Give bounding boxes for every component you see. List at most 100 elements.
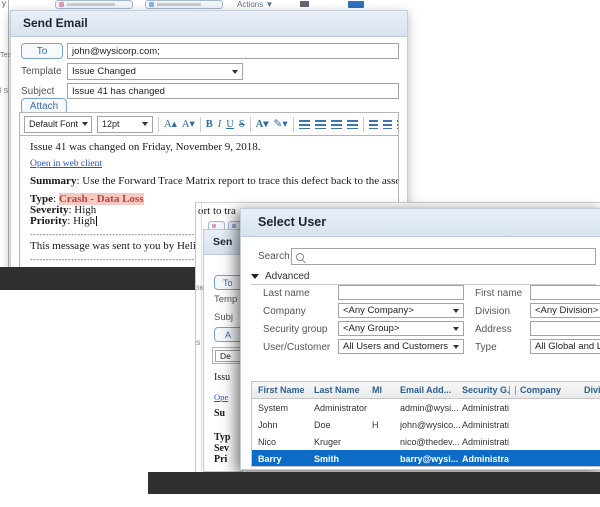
bullet-list-icon[interactable] xyxy=(383,120,392,129)
email-line: Issue 41 was changed on Friday, November… xyxy=(30,141,396,153)
column-header[interactable]: First Name xyxy=(258,385,314,395)
cell-first-name: Nico xyxy=(258,437,314,447)
highlight-color-icon[interactable]: ✎▾ xyxy=(274,118,288,130)
align-justify-icon[interactable] xyxy=(347,120,358,129)
first-name-label: First name xyxy=(475,288,522,299)
background-icon xyxy=(300,1,309,7)
cell-security-group: Administration xyxy=(462,403,509,413)
toolbar-separator xyxy=(250,117,251,132)
type-label: Typ xyxy=(214,432,231,443)
attach-button[interactable]: A xyxy=(214,327,243,342)
font-size-down-icon[interactable]: A▾ xyxy=(182,118,195,130)
blurred-label xyxy=(157,3,201,6)
toolbar-separator xyxy=(293,117,294,132)
select-user-dialog: Select User Search Advanced Last name Fi… xyxy=(240,208,600,470)
actions-menu[interactable]: Actions ▼ xyxy=(237,0,273,9)
toolbar-separator xyxy=(200,117,201,132)
type-select[interactable]: All Global and Local xyxy=(530,339,600,354)
first-name-input[interactable] xyxy=(530,285,600,300)
strikethrough-icon[interactable]: S xyxy=(239,119,245,130)
template-label: Temp xyxy=(214,294,237,305)
to-input[interactable]: john@wysicorp.com; xyxy=(67,43,399,59)
letterbox-bar xyxy=(0,267,196,290)
template-label: Template xyxy=(21,66,62,77)
background-toolbar-button[interactable] xyxy=(145,0,223,9)
company-value: <Any Company> xyxy=(343,305,414,316)
summary-label: Summary xyxy=(30,175,76,187)
font-family-select[interactable]: De xyxy=(215,350,243,362)
column-header[interactable]: Last Name xyxy=(314,385,372,395)
division-label: Division xyxy=(475,306,510,317)
user-results-table: First Name Last Name MI Email Add... Sec… xyxy=(251,381,600,467)
select-user-titlebar[interactable]: Select User xyxy=(241,209,600,237)
email-summary-line: Summary: Use the Forward Trace Matrix re… xyxy=(30,175,399,187)
column-header[interactable]: Security G... xyxy=(462,385,509,395)
priority-label: Pri xyxy=(214,454,227,465)
address-input[interactable] xyxy=(530,321,600,336)
table-row-selected[interactable]: Barry Smith barry@wysi... Administrati..… xyxy=(252,450,600,467)
align-right-icon[interactable] xyxy=(331,120,342,129)
table-row[interactable]: Nico Kruger nico@thedev... Administratio… xyxy=(252,433,600,450)
cell-email: admin@wysi... xyxy=(400,403,462,413)
open-in-web-client-link[interactable]: Ope xyxy=(214,392,228,402)
font-family-value: De xyxy=(220,351,231,361)
underline-icon[interactable]: U xyxy=(226,119,234,130)
column-header[interactable]: Divisi xyxy=(584,385,600,395)
outdent-icon[interactable] xyxy=(397,120,399,129)
search-input[interactable] xyxy=(291,248,596,265)
background-fragment: l S xyxy=(0,88,8,95)
last-name-input[interactable] xyxy=(338,285,464,300)
cell-email: john@wysico... xyxy=(400,420,462,430)
security-group-select[interactable]: <Any Group> xyxy=(338,321,464,336)
align-center-icon[interactable] xyxy=(315,120,326,129)
user-customer-label: User/Customer xyxy=(263,342,330,353)
advanced-label: Advanced xyxy=(265,271,309,282)
note-icon xyxy=(59,2,64,7)
dropdown-arrow-icon xyxy=(453,327,459,331)
subject-label: Subject xyxy=(21,86,54,97)
italic-icon[interactable]: I xyxy=(218,119,222,130)
toolbar-separator xyxy=(363,117,364,132)
summary-text: : Use the Forward Trace Matrix report to… xyxy=(76,175,399,187)
send-email-titlebar[interactable]: Send Email xyxy=(11,11,407,37)
bold-icon[interactable]: B xyxy=(206,119,213,130)
column-resize-handle[interactable] xyxy=(509,386,516,395)
numbered-list-icon[interactable] xyxy=(369,120,378,129)
to-button[interactable]: To xyxy=(21,43,63,59)
company-select[interactable]: <Any Company> xyxy=(338,303,464,318)
font-size-select[interactable]: 12pt xyxy=(97,116,153,133)
font-size-up-icon[interactable]: A▴ xyxy=(164,118,177,130)
cell-security-group: Administration xyxy=(462,420,509,430)
align-left-icon[interactable] xyxy=(299,120,310,129)
font-size-value: 12pt xyxy=(102,119,120,129)
user-customer-select[interactable]: All Users and Customers xyxy=(338,339,464,354)
dropdown-arrow-icon xyxy=(142,122,148,126)
email-priority-line: Priority: High xyxy=(30,215,97,227)
note-icon xyxy=(212,224,216,228)
cell-security-group: Administration xyxy=(462,437,509,447)
background-fragment: S xyxy=(196,340,200,347)
dropdown-arrow-icon xyxy=(453,309,459,313)
column-header[interactable]: Email Add... xyxy=(400,385,462,395)
letterbox-bar xyxy=(148,472,600,494)
subject-input[interactable]: Issue 41 has changed xyxy=(67,83,399,99)
open-in-web-client-link[interactable]: Open in web client xyxy=(30,159,102,169)
send-email-small-titlebar[interactable]: Sen xyxy=(204,230,242,255)
company-label: Company xyxy=(263,306,306,317)
last-name-label: Last name xyxy=(263,288,310,299)
font-family-value: Default Font xyxy=(29,119,78,129)
background-toolbar-button[interactable] xyxy=(55,0,133,9)
column-header[interactable]: MI xyxy=(372,385,400,395)
priority-value: : High xyxy=(67,215,95,227)
column-header[interactable]: Company xyxy=(520,385,584,395)
font-color-icon[interactable]: A▾ xyxy=(256,118,269,130)
to-button[interactable]: To xyxy=(214,275,243,290)
template-select[interactable]: Issue Changed xyxy=(67,63,243,80)
font-family-select[interactable]: Default Font xyxy=(24,116,92,133)
table-row[interactable]: System Administrator admin@wysi... Admin… xyxy=(252,399,600,416)
division-select[interactable]: <Any Division> xyxy=(530,303,600,318)
cell-last-name: Kruger xyxy=(314,437,372,447)
table-row[interactable]: John Doe H john@wysico... Administration xyxy=(252,416,600,433)
advanced-section-toggle[interactable]: Advanced xyxy=(251,269,596,285)
background-icon xyxy=(348,1,364,8)
